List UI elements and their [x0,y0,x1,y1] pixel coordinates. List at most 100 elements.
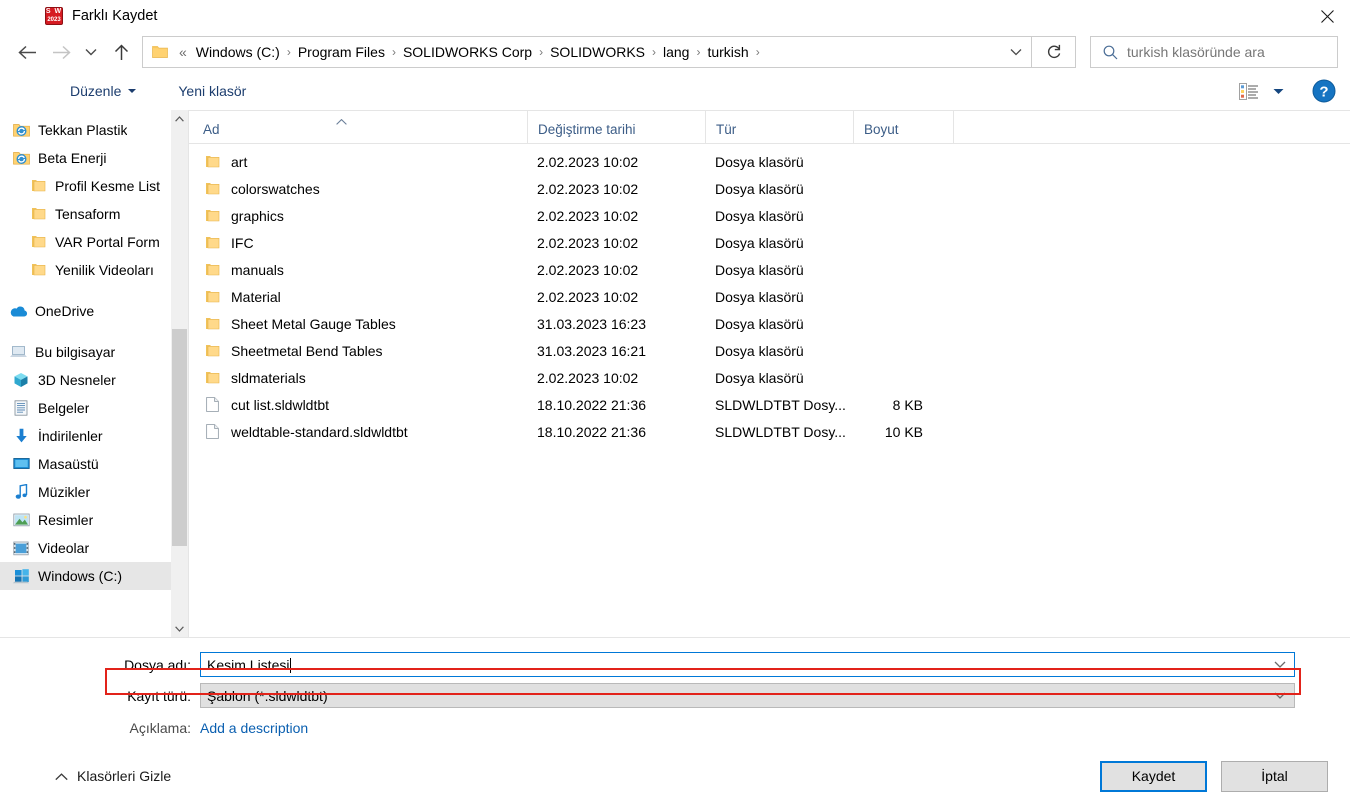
breadcrumb-item[interactable]: SOLIDWORKS Corp [398,42,537,62]
breadcrumb-item[interactable]: turkish [702,42,753,62]
sidebar-item-tekkan-plastik[interactable]: Tekkan Plastik [0,116,188,144]
view-options-chevron-icon[interactable] [1266,78,1290,104]
table-row[interactable]: Sheet Metal Gauge Tables 31.03.2023 16:2… [189,310,1350,337]
sidebar-scrollbar[interactable] [171,110,188,637]
folder-icon [203,371,221,385]
scroll-up-icon[interactable] [171,110,188,127]
solidworks-icon-year: 2023 [47,17,61,23]
recent-locations-chevron-icon[interactable] [78,36,104,68]
column-header-name[interactable]: Ad [189,110,527,144]
search-input[interactable] [1127,44,1337,60]
details-view-icon[interactable] [1236,78,1262,104]
table-row[interactable]: weldtable-standard.sldwldtbt 18.10.2022 … [189,418,1350,445]
file-type: Dosya klasörü [715,261,804,278]
sidebar-item-bu-bilgisayar[interactable]: Bu bilgisayar [0,338,188,366]
add-description-link[interactable]: Add a description [200,720,308,736]
column-header-date[interactable]: Değiştirme tarihi [527,110,705,144]
table-row[interactable]: IFC 2.02.2023 10:02 Dosya klasörü [189,229,1350,256]
filetype-dropdown-chevron-icon[interactable] [1266,692,1294,699]
folder-icon [28,204,48,224]
file-name: weldtable-standard.sldwldtbt [231,423,408,440]
breadcrumb-separator-icon[interactable]: › [694,45,702,59]
sidebar-item-label: Yenilik Videoları [55,262,154,278]
scroll-down-icon[interactable] [171,620,188,637]
sidebar-item-label: Masaüstü [38,456,99,472]
breadcrumb-separator-icon[interactable]: › [285,45,293,59]
onedrive-icon [8,301,28,321]
sidebar-item-windows-c[interactable]: Windows (C:) [0,562,188,590]
close-icon[interactable] [1304,0,1350,32]
table-row[interactable]: art 2.02.2023 10:02 Dosya klasörü [189,148,1350,175]
refresh-icon[interactable] [1032,36,1076,68]
sidebar-item-resimler[interactable]: Resimler [0,506,188,534]
sidebar-item-3d-nesneler[interactable]: 3D Nesneler [0,366,188,394]
table-row[interactable]: Material 2.02.2023 10:02 Dosya klasörü [189,283,1350,310]
column-header-type[interactable]: Tür [705,110,853,144]
new-folder-button[interactable]: Yeni klasör [170,79,254,103]
sidebar-item-label: Windows (C:) [38,568,123,584]
folder-icon [203,182,221,196]
sidebar-item-profil-kesme-list[interactable]: Profil Kesme List [0,172,188,200]
table-row[interactable]: Sheetmetal Bend Tables 31.03.2023 16:21 … [189,337,1350,364]
breadcrumb-separator-icon[interactable]: › [537,45,545,59]
folder-icon [152,45,168,59]
help-icon[interactable]: ? [1310,77,1338,105]
back-arrow-icon[interactable] [10,36,44,68]
search-box[interactable] [1090,36,1338,68]
sidebar-item-tensaform[interactable]: Tensaform [0,200,188,228]
save-button[interactable]: Kaydet [1100,760,1207,792]
column-header-filler [953,110,1350,144]
breadcrumb-item[interactable]: lang [658,42,694,62]
save-form: Dosya adı: Kesim Listesi Kayıt türü: Şab… [0,637,1350,745]
sidebar-scroll-thumb[interactable] [172,329,187,547]
up-arrow-icon[interactable] [104,36,138,68]
filename-field[interactable]: Kesim Listesi [200,652,1295,677]
filetype-field[interactable]: Şablon (*.sldwldtbt) [200,683,1295,708]
sidebar-item-masaustu[interactable]: Masaüstü [0,450,188,478]
breadcrumb-overflow[interactable]: « [175,44,191,60]
sidebar-item-yenilik-videolari[interactable]: Yenilik Videoları [0,256,188,284]
table-row[interactable]: graphics 2.02.2023 10:02 Dosya klasörü [189,202,1350,229]
new-folder-label: Yeni klasör [178,83,247,99]
table-row[interactable]: colorswatches 2.02.2023 10:02 Dosya klas… [189,175,1350,202]
filename-dropdown-chevron-icon[interactable] [1266,661,1294,668]
filename-value: Kesim Listesi [207,656,292,673]
this-pc-icon [8,342,28,362]
address-bar[interactable]: « Windows (C:) › Program Files › SOLIDWO… [142,36,1032,68]
breadcrumb-separator-icon[interactable]: › [650,45,658,59]
sidebar-item-indirilenler[interactable]: İndirilenler [0,422,188,450]
file-name: cut list.sldwldtbt [231,396,330,413]
sidebar-item-var-portal-form[interactable]: VAR Portal Form [0,228,188,256]
description-row: Açıklama: Add a description [0,711,1350,745]
sidebar-item-label: Belgeler [38,400,90,416]
sidebar-item-muzikler[interactable]: Müzikler [0,478,188,506]
sidebar-scroll-track[interactable] [171,127,188,620]
folder-icon [28,176,48,196]
sidebar-item-onedrive[interactable]: OneDrive [0,297,188,325]
file-icon [203,397,221,412]
address-chevron-icon[interactable] [1001,48,1031,56]
cancel-button[interactable]: İptal [1221,760,1328,792]
chevron-down-icon [128,89,137,93]
table-row[interactable]: sldmaterials 2.02.2023 10:02 Dosya klasö… [189,364,1350,391]
organize-button[interactable]: Düzenle [62,79,144,103]
breadcrumb-separator-icon[interactable]: › [754,45,762,59]
table-row[interactable]: manuals 2.02.2023 10:02 Dosya klasörü [189,256,1350,283]
sidebar-item-belgeler[interactable]: Belgeler [0,394,188,422]
table-row[interactable]: cut list.sldwldtbt 18.10.2022 21:36 SLDW… [189,391,1350,418]
file-name: Sheet Metal Gauge Tables [231,315,396,332]
breadcrumb-item[interactable]: Windows (C:) [191,42,285,62]
column-header-size[interactable]: Boyut [853,110,953,144]
column-header-label: Tür [716,122,737,137]
navigation-sidebar[interactable]: Tekkan Plastik Beta Enerji Profil Kesme … [0,110,188,637]
sidebar-item-label: Beta Enerji [38,150,107,166]
breadcrumb-item[interactable]: SOLIDWORKS [545,42,650,62]
breadcrumb-separator-icon[interactable]: › [390,45,398,59]
hide-folders-button[interactable]: Klasörleri Gizle [55,768,171,784]
breadcrumb-item[interactable]: Program Files [293,42,390,62]
documents-icon [11,398,31,418]
folder-icon [203,155,221,169]
sidebar-item-videolar[interactable]: Videolar [0,534,188,562]
sidebar-item-beta-enerji[interactable]: Beta Enerji [0,144,188,172]
file-type: SLDWLDTBT Dosy... [715,423,846,440]
